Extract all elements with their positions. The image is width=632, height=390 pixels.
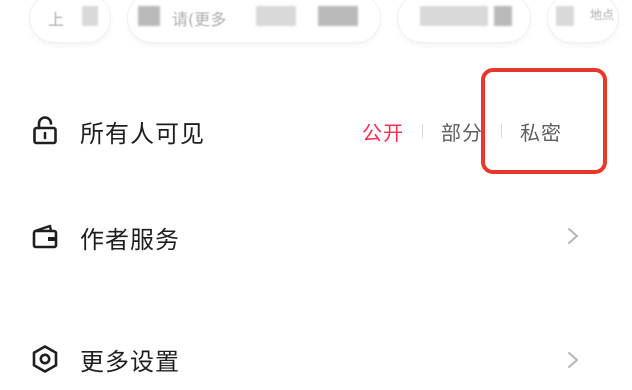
author-services-label: 作者服务 [80,226,180,254]
visibility-option-partial[interactable]: 部分 [441,117,483,146]
blurred-content [256,6,296,26]
blurred-content [556,6,574,26]
visibility-label: 所有人可见 [80,120,205,148]
top-chip[interactable]: 地点 [548,0,618,42]
blurred-content [420,6,488,26]
top-chip-row: 上 请(更多 地点 [0,0,632,50]
author-services-row[interactable]: 作者服务 [0,196,632,276]
divider [422,124,423,138]
top-chip[interactable] [398,0,530,42]
top-chip-label: 上 [48,10,65,29]
blurred-content [82,6,98,26]
more-settings-label: 更多设置 [80,348,180,376]
chevron-right-icon [568,352,578,368]
publish-settings-screen: 上 请(更多 地点 所有人可见 公开 部分 私密 作者服务 更多设置 [0,0,632,390]
top-chip-label: 请(更多 [172,10,227,29]
top-chip-label: 地点 [590,8,615,22]
top-chip[interactable]: 请(更多 [128,0,380,42]
hexagon-settings-icon [32,345,58,373]
more-settings-row[interactable]: 更多设置 [0,318,632,390]
highlight-annotation-box [481,68,607,174]
blurred-content [494,6,512,26]
blurred-content [318,6,358,26]
chevron-right-icon [568,228,578,244]
blurred-content [138,6,160,26]
unlock-icon [33,116,57,145]
wallet-icon [32,224,58,249]
visibility-option-public[interactable]: 公开 [362,117,404,146]
top-chip[interactable]: 上 [30,0,110,42]
